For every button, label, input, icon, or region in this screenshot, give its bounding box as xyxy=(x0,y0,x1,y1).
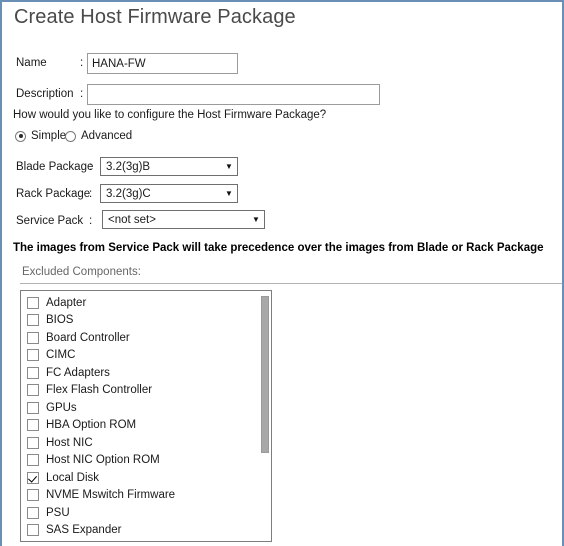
chevron-down-icon: ▼ xyxy=(252,214,260,224)
list-scrollbar-thumb[interactable] xyxy=(261,296,269,453)
list-scrollbar-track[interactable] xyxy=(260,292,270,540)
list-item-label: BIOS xyxy=(46,314,74,327)
rack-package-value: 3.2(3g)C xyxy=(106,187,151,200)
service-pack-dropdown[interactable]: <not set> ▼ xyxy=(102,210,265,229)
checkbox-icon[interactable] xyxy=(27,524,39,537)
list-item[interactable]: PSU xyxy=(21,504,271,522)
radio-simple-label: Simple xyxy=(31,130,67,142)
rack-package-dropdown[interactable]: 3.2(3g)C ▼ xyxy=(100,184,238,203)
blade-package-value: 3.2(3g)B xyxy=(106,160,151,173)
service-pack-colon: : xyxy=(89,215,93,227)
list-item[interactable]: BIOS xyxy=(21,312,271,330)
excluded-components-list: Adapter BIOS Board Controller CIMC FC Adapte… xyxy=(21,294,271,539)
list-item[interactable]: NVME Mswitch Firmware xyxy=(21,487,271,505)
list-item[interactable]: FC Adapters xyxy=(21,364,271,382)
section-divider xyxy=(20,283,562,284)
list-item-label: NVME Mswitch Firmware xyxy=(46,489,176,502)
checkbox-icon[interactable] xyxy=(27,296,39,309)
list-item-label: GPUs xyxy=(46,401,77,414)
list-item[interactable]: GPUs xyxy=(21,399,271,417)
name-input[interactable] xyxy=(87,53,238,74)
list-item[interactable]: SAS Expander xyxy=(21,522,271,540)
checkbox-icon[interactable] xyxy=(27,314,39,327)
list-item[interactable]: CIMC xyxy=(21,347,271,365)
list-item[interactable]: Host NIC Option ROM xyxy=(21,452,271,470)
list-item[interactable]: Local Disk xyxy=(21,469,271,487)
checkbox-icon[interactable] xyxy=(27,331,39,344)
list-item[interactable]: Flex Flash Controller xyxy=(21,382,271,400)
radio-advanced[interactable]: Advanced xyxy=(65,130,132,142)
excluded-components-label: Excluded Components: xyxy=(22,266,141,278)
description-input[interactable] xyxy=(87,84,380,105)
description-colon: : xyxy=(80,88,84,100)
checkbox-icon[interactable] xyxy=(27,384,39,397)
list-item[interactable]: HBA Option ROM xyxy=(21,417,271,435)
checkbox-icon[interactable] xyxy=(27,454,39,467)
checkbox-icon[interactable] xyxy=(27,349,39,362)
list-item-label: Adapter xyxy=(46,296,87,309)
blade-package-colon: : xyxy=(89,161,93,173)
create-host-firmware-package-dialog: Create Host Firmware Package Name : Desc… xyxy=(0,0,564,546)
radio-simple[interactable]: Simple xyxy=(15,130,66,142)
description-label: Description xyxy=(16,88,74,100)
chevron-down-icon: ▼ xyxy=(225,161,233,171)
checkbox-icon[interactable] xyxy=(27,506,39,519)
configure-question: How would you like to configure the Host… xyxy=(13,109,327,121)
checkbox-icon[interactable] xyxy=(27,366,39,379)
name-label: Name xyxy=(16,57,47,69)
list-item-label: Flex Flash Controller xyxy=(46,384,153,397)
precedence-notice: The images from Service Pack will take p… xyxy=(13,242,544,254)
list-item-label: PSU xyxy=(46,506,70,519)
list-item[interactable]: Host NIC xyxy=(21,434,271,452)
list-item[interactable]: Board Controller xyxy=(21,329,271,347)
list-item-label: SAS Expander xyxy=(46,524,122,537)
checkbox-icon[interactable] xyxy=(27,489,39,502)
blade-package-label: Blade Package xyxy=(16,161,94,173)
checkbox-icon[interactable] xyxy=(27,471,39,484)
page-title: Create Host Firmware Package xyxy=(14,6,296,28)
list-item-label: CIMC xyxy=(46,349,76,362)
list-item-label: Board Controller xyxy=(46,331,130,344)
service-pack-value: <not set> xyxy=(108,213,156,226)
chevron-down-icon: ▼ xyxy=(225,188,233,198)
list-item-label: Host NIC Option ROM xyxy=(46,454,160,467)
list-item-label: Local Disk xyxy=(46,471,100,484)
list-item-label: HBA Option ROM xyxy=(46,419,137,432)
name-colon: : xyxy=(80,57,84,69)
service-pack-label: Service Pack xyxy=(16,215,84,227)
radio-simple-indicator xyxy=(15,130,26,142)
checkbox-icon[interactable] xyxy=(27,401,39,414)
radio-advanced-indicator xyxy=(65,130,76,142)
blade-package-dropdown[interactable]: 3.2(3g)B ▼ xyxy=(100,157,238,176)
rack-package-label: Rack Package xyxy=(16,188,91,200)
checkbox-icon[interactable] xyxy=(27,436,39,449)
list-item-label: Host NIC xyxy=(46,436,93,449)
excluded-components-listbox[interactable]: Adapter BIOS Board Controller CIMC FC Adapte… xyxy=(20,290,272,542)
list-item-label: FC Adapters xyxy=(46,366,110,379)
list-item[interactable]: Adapter xyxy=(21,294,271,312)
radio-advanced-label: Advanced xyxy=(81,130,133,142)
rack-package-colon: : xyxy=(89,188,93,200)
checkbox-icon[interactable] xyxy=(27,419,39,432)
